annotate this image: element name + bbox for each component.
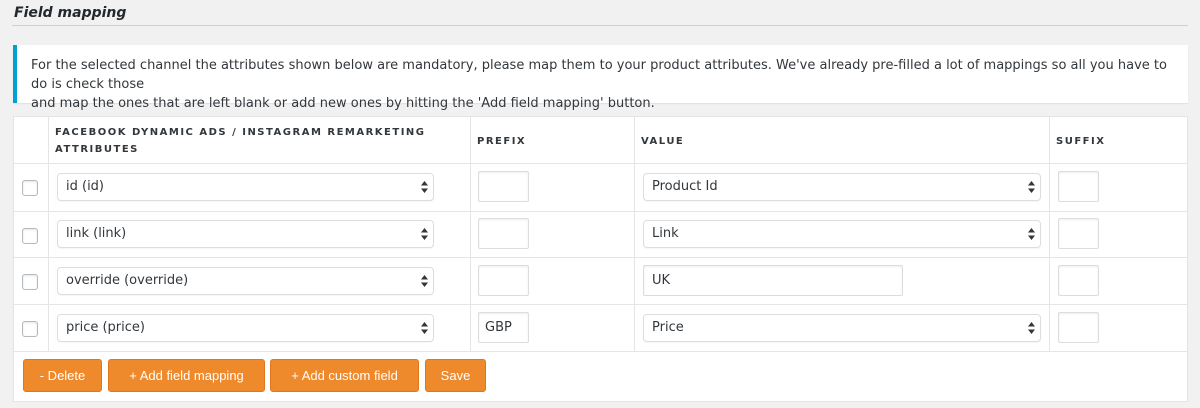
- value-select-value: Product Id: [652, 179, 718, 194]
- attribute-select-value: override (override): [66, 273, 189, 288]
- notice-text-line-1: For the selected channel the attributes …: [31, 58, 1167, 92]
- row-checkbox[interactable]: [22, 180, 38, 196]
- value-select[interactable]: Link: [643, 220, 1041, 248]
- updown-arrows-icon: [1028, 228, 1035, 240]
- section-title: Field mapping: [14, 5, 127, 21]
- column-divider: [634, 117, 635, 352]
- row-divider: [14, 257, 1187, 258]
- delete-button[interactable]: - Delete: [23, 359, 102, 392]
- header-attributes: Facebook Dynamic Ads / Instagram Remarke…: [55, 124, 455, 158]
- attribute-select[interactable]: price (price): [57, 314, 434, 342]
- attribute-select-value: price (price): [66, 320, 145, 335]
- header-prefix: Prefix: [477, 136, 527, 147]
- prefix-input[interactable]: GBP: [478, 312, 529, 343]
- field-mapping-table: Facebook Dynamic Ads / Instagram Remarke…: [13, 116, 1188, 402]
- prefix-input[interactable]: [478, 218, 529, 249]
- attribute-select[interactable]: override (override): [57, 267, 434, 295]
- info-notice: For the selected channel the attributes …: [13, 45, 1188, 111]
- updown-arrows-icon: [1028, 322, 1035, 334]
- row-checkbox[interactable]: [22, 274, 38, 290]
- header-attributes-line-2: Attributes: [55, 144, 139, 155]
- row-checkbox[interactable]: [22, 321, 38, 337]
- header-value: Value: [641, 136, 685, 147]
- add-custom-field-button[interactable]: + Add custom field: [270, 359, 419, 392]
- updown-arrows-icon: [421, 228, 428, 240]
- header-suffix: Suffix: [1056, 136, 1106, 147]
- save-button[interactable]: Save: [425, 359, 486, 392]
- updown-arrows-icon: [421, 181, 428, 193]
- value-select[interactable]: Price: [643, 314, 1041, 342]
- row-divider: [14, 211, 1187, 212]
- value-select-value: Link: [652, 226, 679, 241]
- header-attributes-line-1: Facebook Dynamic Ads / Instagram Remarke…: [55, 127, 426, 138]
- attribute-select[interactable]: id (id): [57, 173, 434, 201]
- row-divider: [14, 351, 1187, 352]
- add-field-mapping-button[interactable]: + Add field mapping: [108, 359, 265, 392]
- value-text-input[interactable]: UK: [643, 265, 903, 296]
- prefix-input[interactable]: [478, 171, 529, 202]
- suffix-input[interactable]: [1058, 171, 1099, 202]
- prefix-input[interactable]: [478, 265, 529, 296]
- suffix-input[interactable]: [1058, 218, 1099, 249]
- updown-arrows-icon: [421, 275, 428, 287]
- value-select-value: Price: [652, 320, 684, 335]
- updown-arrows-icon: [421, 322, 428, 334]
- attribute-select-value: link (link): [66, 226, 127, 241]
- updown-arrows-icon: [1028, 181, 1035, 193]
- column-divider: [470, 117, 471, 352]
- attribute-select[interactable]: link (link): [57, 220, 434, 248]
- row-checkbox[interactable]: [22, 228, 38, 244]
- suffix-input[interactable]: [1058, 312, 1099, 343]
- value-select[interactable]: Product Id: [643, 173, 1041, 201]
- notice-text-line-2: and map the ones that are left blank or …: [31, 96, 655, 111]
- row-divider: [14, 304, 1187, 305]
- suffix-input[interactable]: [1058, 265, 1099, 296]
- column-divider: [1049, 117, 1050, 352]
- row-divider: [14, 163, 1187, 164]
- attribute-select-value: id (id): [66, 179, 105, 194]
- title-divider: [12, 25, 1188, 26]
- column-divider: [48, 117, 49, 352]
